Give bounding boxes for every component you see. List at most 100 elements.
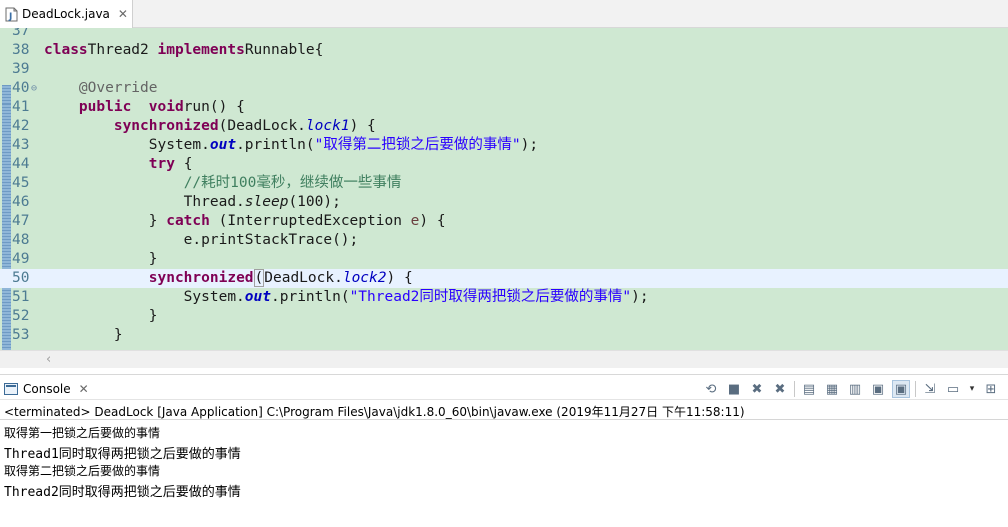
code-token: (DeadLock.	[218, 118, 306, 134]
code-token: }	[44, 308, 158, 324]
code-line[interactable]: 53 }	[0, 326, 1008, 345]
code-token: lock2	[342, 270, 387, 286]
code-text: }	[44, 307, 158, 326]
line-number: 39	[12, 61, 30, 77]
code-text: e.printStackTrace();	[44, 231, 359, 250]
code-line[interactable]: 45 //耗时100毫秒，继续做一些事情	[0, 174, 1008, 193]
code-text: public voidrun() {	[44, 98, 245, 117]
code-line[interactable]: 44 try {	[0, 155, 1008, 174]
editor-tab-bar: J DeadLock.java ✕	[0, 0, 1008, 28]
editor-tab-deadlock[interactable]: J DeadLock.java ✕	[0, 0, 133, 28]
show-on-stdout-icon[interactable]: ▣	[869, 380, 887, 398]
code-line[interactable]: 46 Thread.sleep(100);	[0, 193, 1008, 212]
close-icon[interactable]: ✕	[79, 382, 89, 396]
code-line[interactable]: 42 synchronized(DeadLock.lock1) {	[0, 117, 1008, 136]
console-tab-label: Console	[23, 382, 71, 396]
scroll-lock-icon[interactable]: ▦	[823, 380, 841, 398]
code-line[interactable]: 37	[0, 28, 1008, 41]
line-number: 51	[12, 289, 30, 305]
console-toolbar: ⟲ ■ ✖ ✖ ▤ ▦ ▥ ▣ ▣ ⇲ ▭ ▾ ⊞	[702, 379, 1000, 399]
code-line[interactable]: 43 System.out.println("取得第二把锁之后要做的事情");	[0, 136, 1008, 155]
line-number: 46	[12, 194, 30, 210]
code-text: classThread2 implementsRunnable{	[44, 41, 323, 60]
code-token: out	[209, 137, 237, 153]
code-text: Thread.sleep(100);	[44, 193, 341, 212]
scroll-left-icon[interactable]: ‹	[46, 352, 51, 367]
display-selected-console-icon[interactable]: ▭	[944, 380, 962, 398]
code-text: synchronized(DeadLock.lock2) {	[44, 269, 413, 288]
console-icon	[4, 383, 18, 395]
console-output-line: 取得第二把锁之后要做的事情	[4, 464, 161, 478]
java-file-icon: J	[5, 7, 18, 22]
line-number: 38	[12, 42, 30, 58]
code-token: (100);	[288, 194, 341, 210]
code-line[interactable]: 50 synchronized(DeadLock.lock2) {	[0, 269, 1008, 288]
code-line[interactable]: 47 } catch (InterruptedException e) {	[0, 212, 1008, 231]
word-wrap-icon[interactable]: ▥	[846, 380, 864, 398]
editor-tab-label: DeadLock.java	[22, 7, 110, 21]
code-token: }	[44, 251, 158, 267]
fold-toggle-icon[interactable]: ⊖	[31, 79, 37, 98]
code-line[interactable]: 38 classThread2 implementsRunnable{	[0, 41, 1008, 60]
code-text: System.out.println("取得第二把锁之后要做的事情");	[44, 136, 538, 155]
console-tab[interactable]: Console ✕	[4, 378, 89, 400]
code-token: //耗时100毫秒，继续做一些事情	[183, 175, 402, 191]
line-number: 50	[12, 270, 30, 286]
code-token: synchronized	[148, 270, 254, 286]
toolbar-separator	[794, 381, 795, 397]
code-text: //耗时100毫秒，继续做一些事情	[44, 174, 402, 193]
pin-console-icon[interactable]: ⟲	[702, 380, 720, 398]
close-icon[interactable]: ✕	[118, 7, 128, 21]
code-token: implements	[157, 42, 245, 58]
code-line[interactable]: 52 }	[0, 307, 1008, 326]
code-token: Thread.	[44, 194, 245, 210]
code-text: }	[44, 326, 123, 345]
code-token: ) {	[349, 118, 376, 134]
code-token: .println(	[271, 289, 350, 305]
code-line[interactable]: 49 }	[0, 250, 1008, 269]
code-token: );	[520, 137, 539, 153]
open-console-icon[interactable]: ⊞	[982, 380, 1000, 398]
code-token: try	[148, 156, 175, 172]
terminate-icon[interactable]: ■	[725, 380, 743, 398]
svg-text:J: J	[8, 12, 12, 22]
code-token: run() {	[183, 99, 245, 115]
line-number: 47	[12, 213, 30, 229]
code-token: out	[244, 289, 271, 305]
console-output-line: Thread1同时取得两把锁之后要做的事情	[4, 447, 241, 462]
remove-all-terminated-icon[interactable]: ✖	[771, 380, 789, 398]
clear-console-icon[interactable]: ▤	[800, 380, 818, 398]
code-token: e.printStackTrace();	[44, 232, 359, 248]
code-token: );	[631, 289, 649, 305]
show-on-stderr-icon[interactable]: ▣	[892, 380, 910, 398]
line-number: 52	[12, 308, 30, 324]
code-line[interactable]: 41 public voidrun() {	[0, 98, 1008, 117]
editor-horizontal-scrollbar[interactable]: ‹	[0, 350, 1008, 368]
remove-launch-icon[interactable]: ✖	[748, 380, 766, 398]
console-output[interactable]: 取得第一把锁之后要做的事情 Thread1同时取得两把锁之后要做的事情 取得第二把锁…	[0, 419, 1008, 527]
code-text: @Override	[44, 79, 158, 98]
code-editor[interactable]: 37 38 classThread2 implementsRunnable{ 39 40…	[0, 28, 1008, 350]
code-token: System.	[44, 289, 245, 305]
line-number: 49	[12, 251, 30, 267]
dropdown-icon[interactable]: ▾	[967, 380, 977, 398]
line-number: 44	[12, 156, 30, 172]
code-token: ) {	[386, 270, 413, 286]
console-tab-bar: Console ✕ ⟲ ■ ✖ ✖ ▤ ▦ ▥ ▣ ▣ ⇲ ▭ ▾ ⊞	[0, 374, 1008, 400]
code-token: (InterruptedException	[209, 213, 411, 229]
code-token: System.	[44, 137, 210, 153]
line-number: 40	[12, 80, 30, 96]
code-line[interactable]: 48 e.printStackTrace();	[0, 231, 1008, 250]
code-token: "Thread2同时取得两把锁之后要做的事情"	[349, 289, 632, 305]
code-line[interactable]: 39	[0, 60, 1008, 79]
code-line[interactable]: 40 ⊖ @Override	[0, 79, 1008, 98]
code-text: try {	[44, 155, 193, 174]
code-text: }	[44, 250, 158, 269]
code-line[interactable]: 51 System.out.println("Thread2同时取得两把锁之后要…	[0, 288, 1008, 307]
console-output-line: 取得第一把锁之后要做的事情	[4, 426, 161, 440]
pin-icon[interactable]: ⇲	[921, 380, 939, 398]
code-token: ) {	[419, 213, 446, 229]
code-token: catch	[166, 213, 210, 229]
